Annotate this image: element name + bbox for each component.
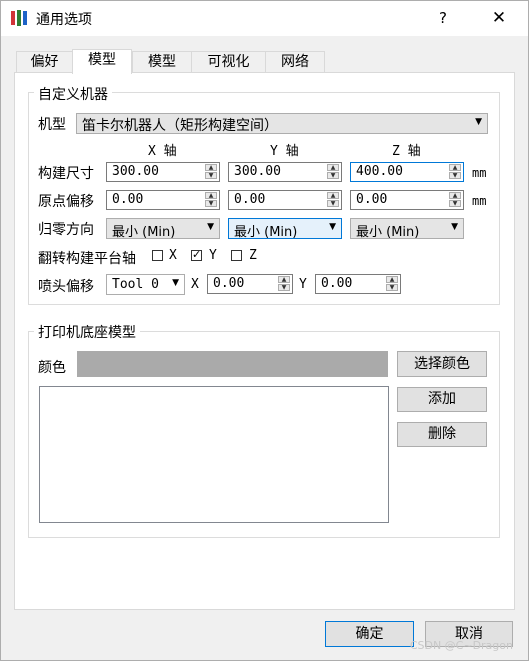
build-size-x-input[interactable]: 300.00 ▲ ▼ — [106, 162, 220, 182]
nozzle-x-label: X — [191, 277, 199, 292]
origin-offset-label: 原点偏移 — [38, 194, 94, 210]
delete-button[interactable]: 删除 — [397, 422, 487, 447]
spin-down-icon[interactable]: ▼ — [205, 172, 217, 179]
help-button[interactable]: ? — [432, 6, 454, 30]
origin-offset-y-value: 0.00 — [234, 192, 266, 207]
nozzle-y-value: 0.00 — [321, 276, 353, 291]
homing-y-value: 最小 (Min) — [234, 225, 298, 240]
chevron-down-icon: ▼ — [475, 117, 482, 127]
color-label: 颜色 — [38, 360, 66, 376]
choose-color-button[interactable]: 选择颜色 — [397, 351, 487, 377]
watermark: CSDN @C~Dragon — [409, 639, 513, 652]
window-title: 通用选项 — [36, 12, 92, 28]
spin-up-icon[interactable]: ▲ — [327, 192, 339, 199]
build-size-x-value: 300.00 — [112, 164, 159, 179]
color-swatch[interactable] — [77, 351, 388, 377]
build-size-y-value: 300.00 — [234, 164, 281, 179]
machine-type-label: 机型 — [38, 117, 66, 133]
flip-x-checkbox[interactable] — [152, 250, 163, 261]
homing-y-select[interactable]: 最小 (Min) ▼ — [228, 218, 342, 240]
homing-x-select[interactable]: 最小 (Min) ▼ — [106, 218, 220, 240]
spin-down-icon[interactable]: ▼ — [278, 284, 290, 291]
spin-down-icon[interactable]: ▼ — [386, 284, 398, 291]
build-size-z-input[interactable]: 400.00 ▲ ▼ — [350, 162, 464, 182]
close-button[interactable]: ✕ — [488, 6, 510, 30]
flip-x-label: X — [169, 248, 177, 263]
nozzle-y-input[interactable]: 0.00 ▲ ▼ — [315, 274, 401, 294]
flip-z-label: Z — [249, 248, 257, 263]
origin-offset-z-input[interactable]: 0.00 ▲ ▼ — [350, 190, 464, 210]
build-size-y-input[interactable]: 300.00 ▲ ▼ — [228, 162, 342, 182]
custom-machine-group-title: 自定义机器 — [34, 84, 112, 104]
tab-model[interactable]: 模型 — [132, 51, 192, 73]
chevron-down-icon: ▼ — [329, 222, 336, 232]
chevron-down-icon: ▼ — [172, 278, 179, 288]
spin-down-icon[interactable]: ▼ — [449, 172, 461, 179]
homing-direction-label: 归零方向 — [38, 222, 94, 238]
build-size-label: 构建尺寸 — [38, 166, 94, 182]
model-list[interactable] — [39, 386, 389, 523]
app-icon — [11, 10, 27, 26]
axis-header-z: Z 轴 — [392, 144, 421, 159]
axis-header-x: X 轴 — [148, 144, 177, 159]
spin-up-icon[interactable]: ▲ — [327, 164, 339, 171]
spin-up-icon[interactable]: ▲ — [205, 164, 217, 171]
homing-x-value: 最小 (Min) — [112, 225, 176, 240]
tab-model-active[interactable]: 模型 — [72, 49, 132, 74]
machine-type-select[interactable]: 笛卡尔机器人（矩形构建空间） ▼ — [76, 113, 488, 134]
spin-up-icon[interactable]: ▲ — [449, 192, 461, 199]
origin-offset-x-input[interactable]: 0.00 ▲ ▼ — [106, 190, 220, 210]
origin-offset-unit: mm — [472, 194, 487, 208]
build-size-z-value: 400.00 — [356, 164, 403, 179]
flip-z-checkbox[interactable] — [231, 250, 242, 261]
printer-base-group-title: 打印机底座模型 — [34, 322, 140, 342]
spin-up-icon[interactable]: ▲ — [386, 276, 398, 283]
spin-down-icon[interactable]: ▼ — [449, 200, 461, 207]
origin-offset-x-value: 0.00 — [112, 192, 144, 207]
spin-up-icon[interactable]: ▲ — [205, 192, 217, 199]
nozzle-x-input[interactable]: 0.00 ▲ ▼ — [207, 274, 293, 294]
nozzle-y-label: Y — [299, 277, 307, 292]
origin-offset-z-value: 0.00 — [356, 192, 388, 207]
nozzle-x-value: 0.00 — [213, 276, 245, 291]
flip-axis-label: 翻转构建平台轴 — [38, 251, 136, 267]
chevron-down-icon: ▼ — [207, 222, 214, 232]
chevron-down-icon: ▼ — [451, 222, 458, 232]
origin-offset-y-input[interactable]: 0.00 ▲ ▼ — [228, 190, 342, 210]
homing-z-value: 最小 (Min) — [356, 225, 420, 240]
tab-network[interactable]: 网络 — [265, 51, 325, 73]
tab-preferences[interactable]: 偏好 — [16, 51, 73, 73]
tab-visualization[interactable]: 可视化 — [191, 51, 266, 73]
tool-value: Tool 0 — [112, 277, 159, 292]
spin-up-icon[interactable]: ▲ — [449, 164, 461, 171]
tool-select[interactable]: Tool 0 ▼ — [106, 274, 185, 295]
checkmark-icon: ✓ — [192, 248, 202, 261]
spin-down-icon[interactable]: ▼ — [327, 200, 339, 207]
flip-y-checkbox[interactable]: ✓ — [191, 248, 202, 261]
homing-z-select[interactable]: 最小 (Min) ▼ — [350, 218, 464, 240]
nozzle-offset-label: 喷头偏移 — [38, 279, 94, 295]
add-button[interactable]: 添加 — [397, 387, 487, 412]
spin-up-icon[interactable]: ▲ — [278, 276, 290, 283]
axis-header-y: Y 轴 — [270, 144, 299, 159]
spin-down-icon[interactable]: ▼ — [205, 200, 217, 207]
machine-type-value: 笛卡尔机器人（矩形构建空间） — [82, 118, 278, 134]
spin-down-icon[interactable]: ▼ — [327, 172, 339, 179]
build-size-unit: mm — [472, 166, 487, 180]
flip-y-label: Y — [209, 248, 217, 263]
ok-button[interactable]: 确定 — [325, 621, 414, 647]
